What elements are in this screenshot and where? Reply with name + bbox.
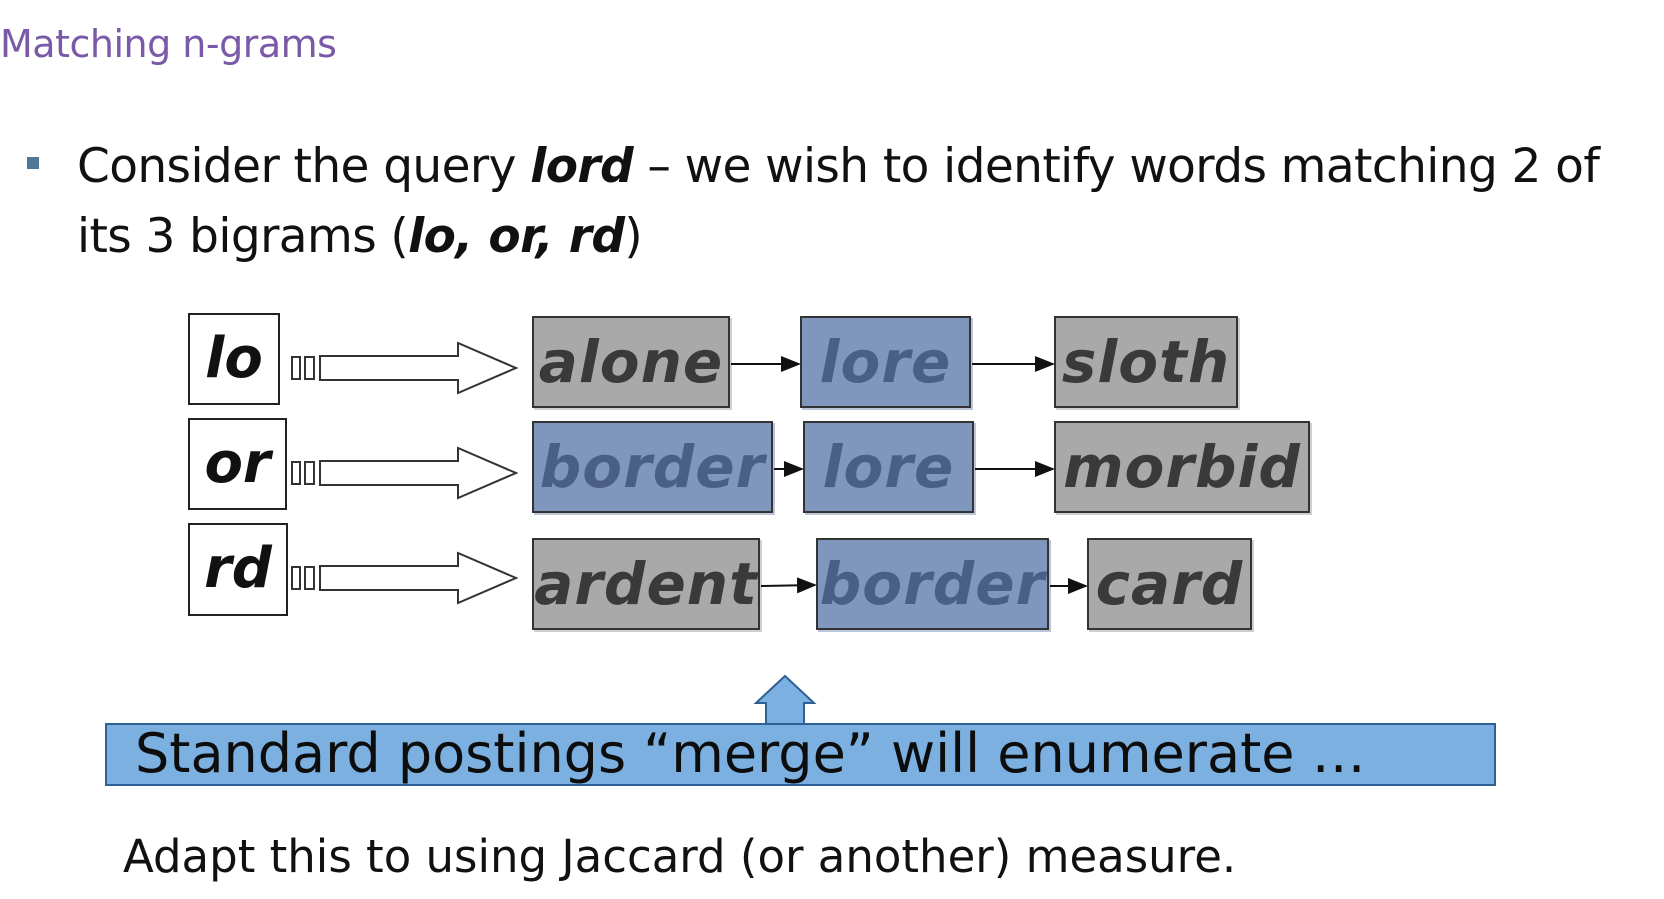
footer-note: Adapt this to using Jaccard (or another)… [123,830,1237,883]
block-arrow-lo [291,341,519,395]
banner-pointer-arrow [753,674,817,724]
block-arrow-rd [291,551,519,605]
link-rd-1 [760,577,817,594]
block-arrow-or [291,446,519,500]
merge-banner: Standard postings “merge” will enumerate… [105,723,1496,786]
